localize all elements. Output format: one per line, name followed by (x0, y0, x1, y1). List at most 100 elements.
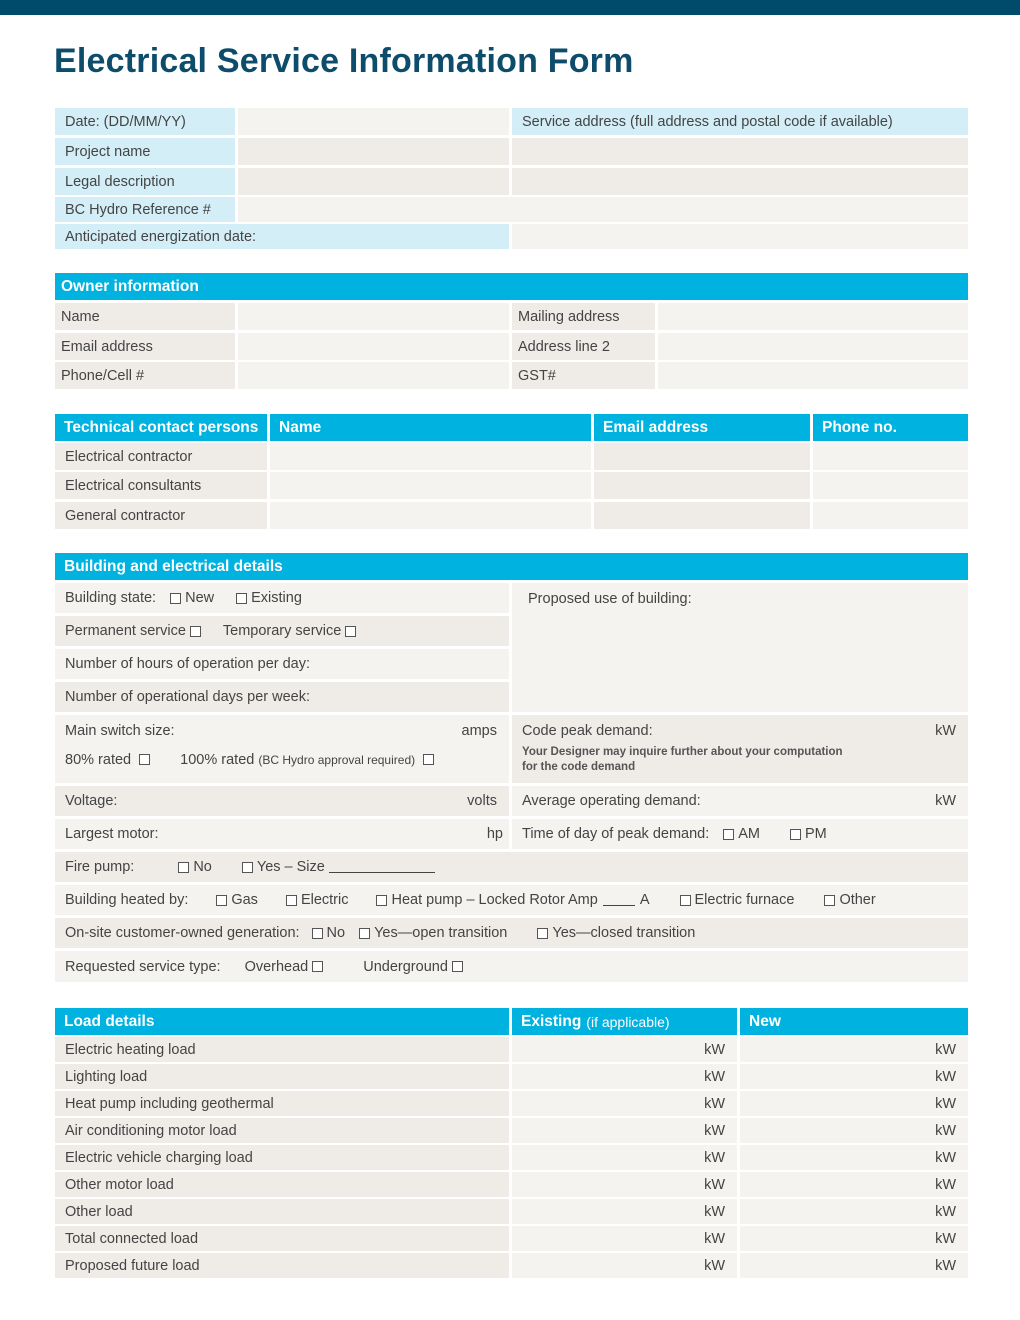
fire-pump-size-field[interactable] (328, 861, 435, 873)
new-load-field[interactable]: kW (740, 1091, 968, 1116)
gst-field[interactable] (658, 362, 968, 389)
largest-motor-field[interactable]: Largest motor: hp (55, 819, 509, 849)
contractor-email-field[interactable] (594, 443, 810, 470)
contractor-phone-field[interactable] (813, 443, 968, 470)
new-load-field[interactable]: kW (740, 1145, 968, 1170)
new-load-field[interactable]: kW (740, 1172, 968, 1197)
kw-unit: kW (935, 1068, 956, 1085)
existing-heading: Existing (if applicable) (512, 1008, 737, 1035)
existing-load-field[interactable]: kW (512, 1145, 737, 1170)
owner-name-field[interactable] (238, 303, 509, 330)
load-row-label: Air conditioning motor load (55, 1118, 509, 1143)
code-peak-demand-field[interactable]: Code peak demand: kW Your Designer may i… (512, 715, 968, 783)
owner-phone-field[interactable] (238, 362, 509, 389)
existing-load-field[interactable]: kW (512, 1172, 737, 1197)
service-address-field-2[interactable] (512, 168, 968, 195)
building-state-label: Building state: (65, 590, 157, 606)
existing-load-field[interactable]: kW (512, 1118, 737, 1143)
average-demand-label: Average operating demand: (522, 793, 701, 809)
legal-description-label: Legal description (55, 168, 235, 195)
electric-furnace-checkbox[interactable] (679, 894, 691, 906)
underground-checkbox[interactable] (451, 961, 463, 972)
hp-unit: hp (486, 826, 503, 842)
average-demand-field[interactable]: Average operating demand: kW (512, 786, 968, 816)
new-load-field[interactable]: kW (740, 1253, 968, 1278)
pm-label: PM (805, 826, 827, 842)
proposed-use-field[interactable]: Proposed use of building: (512, 583, 968, 712)
kw-unit: kW (704, 1230, 725, 1247)
contractor-name-field[interactable] (270, 443, 591, 470)
existing-load-field[interactable]: kW (512, 1064, 737, 1089)
energization-field[interactable] (512, 224, 968, 249)
rated-80-checkbox[interactable] (139, 754, 151, 765)
top-banner (0, 0, 1020, 15)
new-load-field[interactable]: kW (740, 1199, 968, 1224)
existing-load-field[interactable]: kW (512, 1253, 737, 1278)
general-contractor-phone-field[interactable] (813, 502, 968, 529)
service-address-field-1[interactable] (512, 138, 968, 165)
existing-load-field[interactable]: kW (512, 1091, 737, 1116)
reference-field[interactable] (238, 197, 968, 222)
kw-unit: kW (704, 1122, 725, 1139)
heated-by-row: Building heated by: Gas Electric Heat pu… (55, 885, 968, 915)
voltage-field[interactable]: Voltage: volts (55, 786, 509, 816)
am-checkbox[interactable] (723, 828, 735, 840)
technical-row-label: Electrical contractor (55, 443, 267, 470)
other-heat-checkbox[interactable] (824, 894, 836, 906)
new-load-field[interactable]: kW (740, 1037, 968, 1062)
overhead-checkbox[interactable] (312, 961, 324, 972)
underground-label: Underground (363, 958, 448, 975)
energization-label: Anticipated energization date: (55, 224, 509, 249)
project-name-field[interactable] (238, 138, 509, 165)
fire-pump-no-checkbox[interactable] (178, 861, 190, 873)
existing-load-field[interactable]: kW (512, 1199, 737, 1224)
consultants-email-field[interactable] (594, 472, 810, 499)
temporary-service-checkbox[interactable] (345, 625, 357, 637)
gas-checkbox[interactable] (216, 894, 228, 906)
new-load-field[interactable]: kW (740, 1064, 968, 1089)
existing-load-field[interactable]: kW (512, 1037, 737, 1062)
new-checkbox[interactable] (170, 592, 182, 604)
address-line-2-field[interactable] (658, 333, 968, 360)
code-peak-note-line-1: Your Designer may inquire further about … (522, 746, 843, 758)
service-address-label: Service address (full address and postal… (512, 108, 968, 135)
generation-open-checkbox[interactable] (359, 927, 371, 939)
kw-unit: kW (704, 1068, 725, 1085)
general-contractor-email-field[interactable] (594, 502, 810, 529)
legal-description-field[interactable] (238, 168, 509, 195)
existing-checkbox[interactable] (236, 592, 248, 604)
mailing-address-field[interactable] (658, 303, 968, 330)
generation-row: On-site customer-owned generation: No Ye… (55, 918, 968, 948)
existing-option-label: Existing (251, 590, 302, 606)
owner-email-field[interactable] (238, 333, 509, 360)
load-row-label: Electric vehicle charging load (55, 1145, 509, 1170)
days-per-week-label: Number of operational days per week: (65, 689, 311, 705)
new-load-field[interactable]: kW (740, 1118, 968, 1143)
consultants-name-field[interactable] (270, 472, 591, 499)
rated-100-checkbox[interactable] (423, 754, 435, 765)
date-field[interactable] (238, 108, 509, 135)
other-heat-label: Other (839, 892, 876, 908)
general-contractor-name-field[interactable] (270, 502, 591, 529)
kw-unit: kW (935, 1176, 956, 1193)
hours-per-day-field[interactable]: Number of hours of operation per day: (55, 649, 509, 679)
main-switch-field[interactable]: Main switch size: amps 80% rated 100% ra… (55, 715, 509, 783)
existing-load-field[interactable]: kW (512, 1226, 737, 1251)
main-switch-label: Main switch size: (65, 723, 175, 739)
proposed-use-label: Proposed use of building: (528, 591, 692, 607)
kw-unit: kW (704, 1041, 725, 1058)
fire-pump-yes-checkbox[interactable] (241, 861, 253, 873)
days-per-week-field[interactable]: Number of operational days per week: (55, 682, 509, 712)
locked-rotor-amp-field[interactable] (602, 894, 635, 906)
electric-checkbox[interactable] (285, 894, 297, 906)
new-load-field[interactable]: kW (740, 1226, 968, 1251)
generation-closed-checkbox[interactable] (537, 927, 549, 939)
rated-100-label: 100% rated (180, 752, 255, 768)
heat-pump-unit: A (639, 892, 650, 908)
permanent-service-checkbox[interactable] (189, 625, 201, 637)
heat-pump-checkbox[interactable] (376, 894, 388, 906)
owner-information-heading: Owner information (55, 273, 968, 300)
generation-no-checkbox[interactable] (311, 927, 323, 939)
pm-checkbox[interactable] (790, 828, 802, 840)
consultants-phone-field[interactable] (813, 472, 968, 499)
